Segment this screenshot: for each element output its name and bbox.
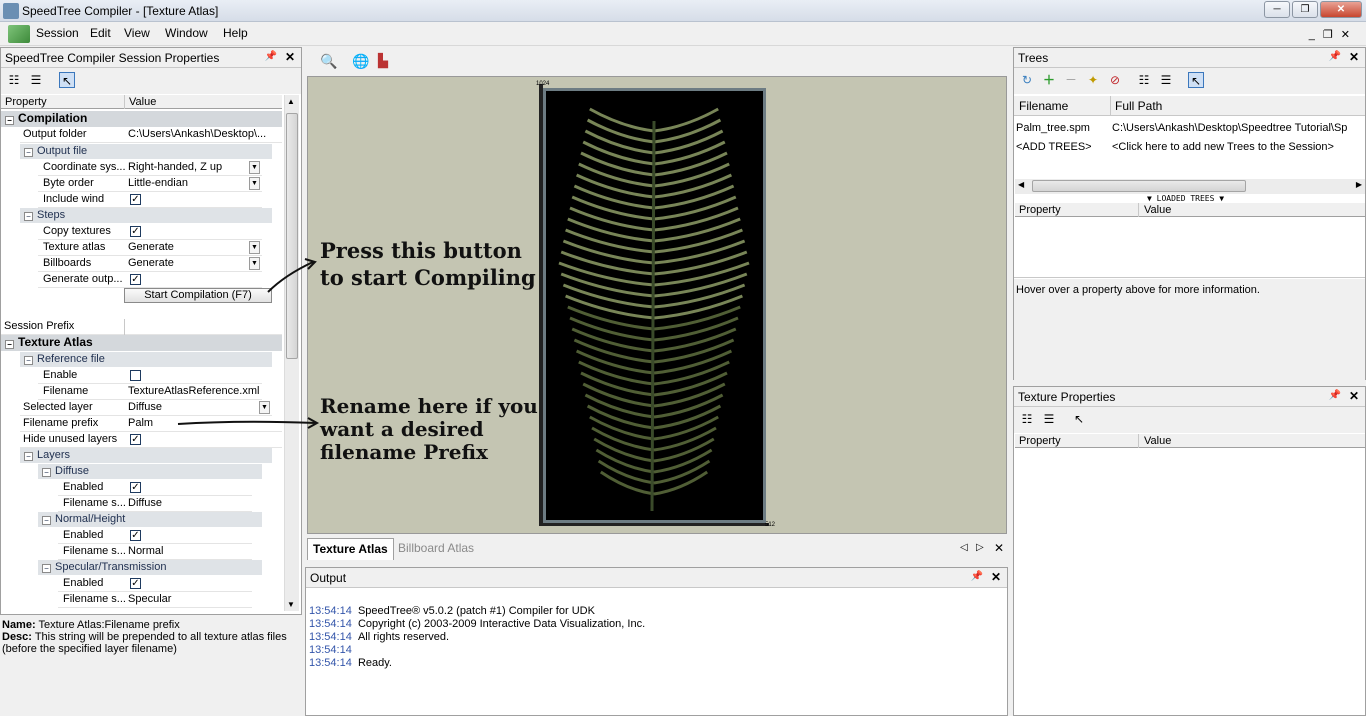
output-title: Output (310, 571, 347, 585)
texture-property-header: Property Value (1015, 434, 1365, 448)
wand-icon[interactable]: ✦ (1085, 72, 1101, 88)
trees-title: Trees (1018, 51, 1049, 65)
close-texture-properties-icon[interactable]: ✕ (1349, 389, 1359, 403)
scroll-left-icon[interactable]: ◀ (1018, 180, 1024, 189)
output-log: 13:54:14 SpeedTree® v5.0.2 (patch #1) Co… (309, 605, 645, 670)
tab-next-icon[interactable]: ▷ (976, 542, 984, 553)
log-line: 13:54:14 Ready. (309, 657, 392, 669)
trees-hover-info: Hover over a property above for more inf… (1014, 279, 1365, 380)
trees-property-grid (1014, 217, 1365, 278)
help-cursor-icon[interactable]: ↖ (1188, 72, 1204, 88)
trees-list-header: Filename Full Path (1014, 96, 1365, 116)
close-trees-icon[interactable]: ✕ (1349, 50, 1359, 64)
horizontal-scrollbar[interactable]: ◀ ▶ (1015, 179, 1365, 194)
texture-properties-toolbar: ☷ ☰ ↖ (1014, 407, 1365, 433)
remove-icon[interactable]: － (1063, 72, 1079, 88)
scroll-thumb[interactable] (1032, 180, 1246, 192)
add-icon[interactable]: ＋ (1041, 72, 1057, 88)
alphabetical-icon[interactable]: ☰ (1158, 72, 1174, 88)
scroll-right-icon[interactable]: ▶ (1356, 180, 1362, 189)
trees-header: Trees 📌 ✕ (1014, 48, 1365, 68)
texture-properties-title: Texture Properties (1018, 390, 1116, 404)
tab-billboard-atlas[interactable]: Billboard Atlas (398, 541, 474, 555)
pin-icon[interactable]: 📌 (1329, 390, 1341, 401)
tree-row[interactable]: Palm_tree.spm C:\Users\Ankash\Desktop\Sp… (1016, 122, 1365, 138)
loaded-trees-splitter[interactable]: ▼ LOADED TREES ▼ (1147, 194, 1224, 203)
log-line: 13:54:14 All rights reserved. (309, 631, 450, 643)
col-fullpath[interactable]: Full Path (1115, 99, 1162, 113)
trees-toolbar: ↻ ＋ － ✦ ⊘ ☷ ☰ ↖ (1014, 68, 1365, 94)
tab-prev-icon[interactable]: ◁ (960, 542, 968, 553)
alphabetical-icon[interactable]: ☰ (1041, 411, 1057, 427)
tab-texture-atlas[interactable]: Texture Atlas (307, 538, 394, 560)
help-cursor-icon[interactable]: ↖ (1071, 411, 1087, 427)
log-line: 13:54:14 (309, 644, 352, 656)
add-trees-row[interactable]: <ADD TREES> <Click here to add new Trees… (1016, 141, 1365, 157)
log-line: 13:54:14 Copyright (c) 2003-2009 Interac… (309, 618, 646, 630)
categorized-icon[interactable]: ☷ (1136, 72, 1152, 88)
output-header: Output 📌 ✕ (306, 568, 1007, 588)
trees-property-header: Property Value (1015, 203, 1365, 217)
close-output-icon[interactable]: ✕ (991, 570, 1001, 584)
cancel-icon[interactable]: ⊘ (1107, 72, 1123, 88)
tab-close-icon[interactable]: ✕ (994, 541, 1004, 555)
texture-properties-header: Texture Properties 📌 ✕ (1014, 387, 1365, 407)
pin-icon[interactable]: 📌 (1329, 51, 1341, 62)
categorized-icon[interactable]: ☷ (1019, 411, 1035, 427)
pin-icon[interactable]: 📌 (971, 571, 983, 582)
log-line: 13:54:14 SpeedTree® v5.0.2 (patch #1) Co… (309, 605, 595, 617)
refresh-icon[interactable]: ↻ (1019, 72, 1035, 88)
output-panel: Output 📌 ✕ 13:54:14 SpeedTree® v5.0.2 (p… (305, 567, 1008, 716)
document-tabs: Texture Atlas Billboard Atlas ◁ ▷ ✕ (306, 538, 1008, 560)
col-filename[interactable]: Filename (1019, 99, 1068, 113)
